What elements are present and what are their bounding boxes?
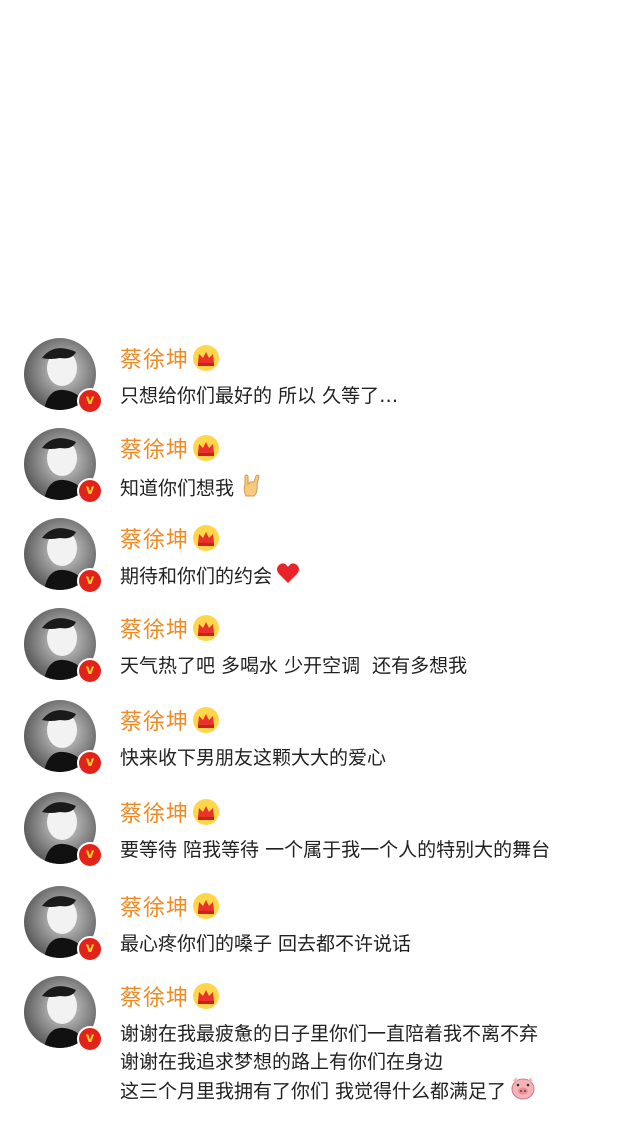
heart-emoji-icon (276, 562, 300, 592)
verified-badge-icon: v (77, 842, 103, 868)
name-row: 蔡徐坤 (120, 340, 220, 376)
name-row: 蔡徐坤 (120, 702, 220, 738)
avatar[interactable]: v (24, 338, 103, 414)
verified-badge-icon: v (77, 388, 103, 414)
message-text: 天气热了吧 多喝水 少开空调 还有多想我 (120, 655, 468, 677)
crown-icon (193, 799, 220, 825)
message-text: 期待和你们的约会 (120, 562, 630, 592)
avatar[interactable]: v (24, 792, 103, 868)
name-row: 蔡徐坤 (120, 978, 220, 1014)
crown-icon (193, 707, 220, 733)
crown-icon (193, 345, 220, 371)
verified-badge-icon: v (77, 1026, 103, 1052)
verified-badge-icon: v (77, 478, 103, 504)
avatar[interactable]: v (24, 518, 103, 594)
name-row: 蔡徐坤 (120, 888, 220, 924)
crown-icon (193, 893, 220, 919)
username[interactable]: 蔡徐坤 (120, 796, 189, 828)
username[interactable]: 蔡徐坤 (120, 704, 189, 736)
avatar[interactable]: v (24, 428, 103, 504)
message-text: 谢谢在我最疲惫的日子里你们一直陪着我不离不弃 谢谢在我追求梦想的路上有你们在身边… (120, 1020, 630, 1108)
username[interactable]: 蔡徐坤 (120, 432, 189, 464)
crown-icon (193, 983, 220, 1009)
verified-badge-icon: v (77, 936, 103, 962)
username[interactable]: 蔡徐坤 (120, 890, 189, 922)
name-row: 蔡徐坤 (120, 610, 220, 646)
message-text: 最心疼你们的嗓子 回去都不许说话 (120, 933, 412, 955)
avatar[interactable]: v (24, 886, 103, 962)
avatar[interactable]: v (24, 608, 103, 684)
message-text: 只想给你们最好的 所以 久等了… (120, 385, 399, 407)
pig-face-emoji-icon (510, 1076, 536, 1108)
avatar[interactable]: v (24, 700, 103, 776)
name-row: 蔡徐坤 (120, 520, 220, 556)
username[interactable]: 蔡徐坤 (120, 612, 189, 644)
username[interactable]: 蔡徐坤 (120, 522, 189, 554)
name-row: 蔡徐坤 (120, 430, 220, 466)
message-text: 知道你们想我 (120, 472, 630, 506)
username[interactable]: 蔡徐坤 (120, 980, 189, 1012)
message-text: 要等待 陪我等待 一个属于我一个人的特别大的舞台 (120, 839, 551, 861)
crown-icon (193, 525, 220, 551)
verified-badge-icon: v (77, 658, 103, 684)
crown-icon (193, 435, 220, 461)
verified-badge-icon: v (77, 750, 103, 776)
username[interactable]: 蔡徐坤 (120, 342, 189, 374)
name-row: 蔡徐坤 (120, 794, 220, 830)
verified-badge-icon: v (77, 568, 103, 594)
crown-icon (193, 615, 220, 641)
message-text: 快来收下男朋友这颗大大的爱心 (120, 747, 387, 769)
rock-hand-emoji-icon (238, 472, 264, 506)
avatar[interactable]: v (24, 976, 103, 1052)
